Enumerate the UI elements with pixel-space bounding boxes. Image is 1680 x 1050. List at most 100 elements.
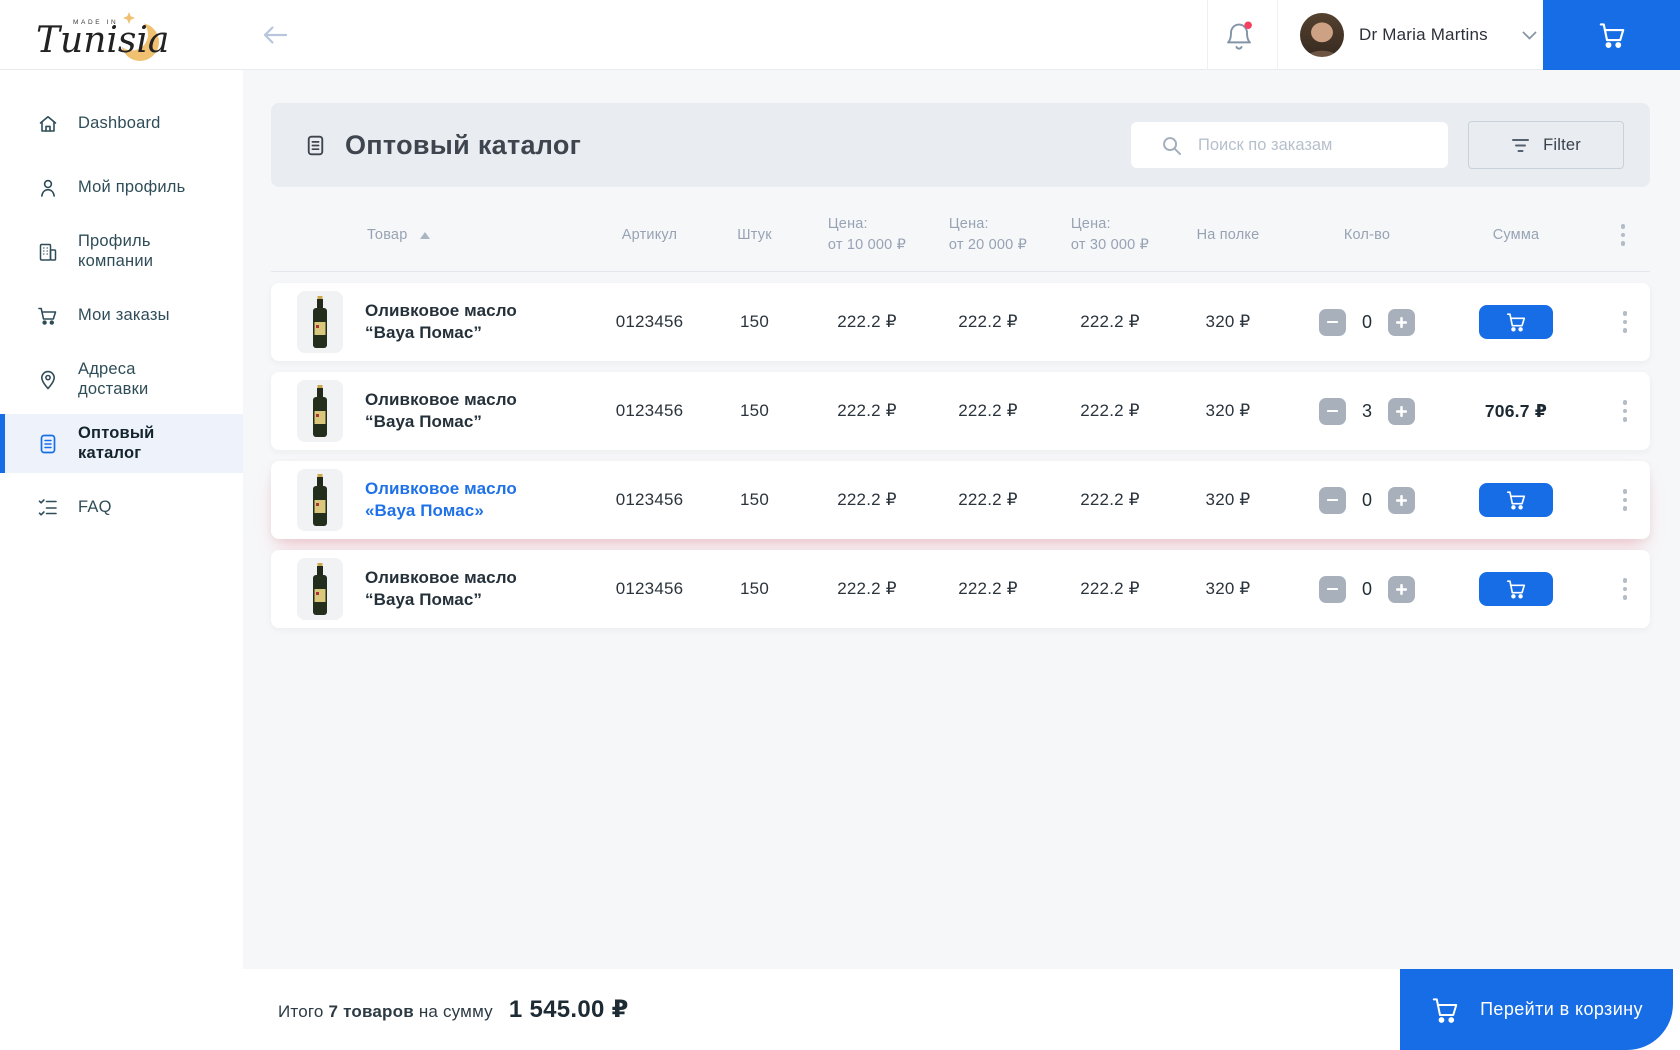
chevron-down-icon [1522, 31, 1537, 40]
price-tier1: 222.2 ₽ [837, 579, 897, 599]
row-options-kebab-button[interactable] [1614, 307, 1636, 337]
product-sku: 0123456 [615, 401, 684, 421]
quantity-stepper: 0 [1285, 308, 1449, 336]
price-tier3: 222.2 ₽ [1080, 312, 1140, 332]
shelf-price: 320 ₽ [1205, 401, 1251, 421]
user-menu[interactable]: Dr Maria Martins [1300, 13, 1537, 57]
table-options-kebab-button[interactable] [1614, 220, 1636, 250]
sidebar: Dashboard Мой профиль Профиль компании М… [0, 70, 243, 1050]
brand-logo[interactable]: MADE IN Tunisia [30, 7, 190, 65]
add-to-cart-button[interactable] [1479, 483, 1553, 518]
sidebar-item-label: Dashboard [78, 113, 161, 132]
go-to-cart-button[interactable]: Перейти в корзину [1400, 969, 1673, 1050]
shelf-price: 320 ₽ [1205, 579, 1251, 599]
cart-icon [1432, 997, 1458, 1023]
quantity-value: 3 [1361, 400, 1372, 421]
cart-icon [1506, 313, 1526, 332]
product-units: 150 [740, 401, 769, 421]
bell-icon [1227, 21, 1252, 50]
product-title-link[interactable]: Оливковое масло «Вауа Помас» [365, 478, 517, 522]
column-header-product[interactable]: Товар [297, 227, 597, 243]
filter-button[interactable]: Filter [1468, 121, 1624, 169]
column-header-sum: Сумма [1492, 227, 1540, 244]
cart-icon [1599, 23, 1624, 48]
increment-button[interactable] [1388, 308, 1415, 336]
column-header-price-10000: Цена: от 10 000 ₽ [827, 216, 907, 254]
row-options-kebab-button[interactable] [1614, 485, 1636, 515]
increment-button[interactable] [1388, 486, 1415, 514]
decrement-button[interactable] [1319, 486, 1346, 514]
notifications-button[interactable] [1224, 19, 1260, 53]
sidebar-item-label: Профиль компании [78, 232, 154, 270]
increment-button[interactable] [1388, 575, 1415, 603]
add-to-cart-button[interactable] [1479, 572, 1553, 607]
back-arrow-button[interactable] [262, 22, 292, 48]
product-title: Оливковое масло “Вауа Помас” [365, 567, 517, 610]
cart-icon [1506, 580, 1526, 599]
home-icon [36, 112, 60, 136]
add-to-cart-button[interactable] [1479, 305, 1553, 340]
sidebar-item-company-profile[interactable]: Профиль компании [0, 222, 243, 281]
shelf-price: 320 ₽ [1205, 490, 1251, 510]
price-tier1: 222.2 ₽ [837, 401, 897, 421]
product-sku: 0123456 [615, 312, 684, 332]
company-building-icon [36, 240, 60, 264]
decrement-button[interactable] [1319, 397, 1346, 425]
sidebar-item-wholesale-catalog[interactable]: Оптовый каталог [0, 414, 243, 473]
row-options-kebab-button[interactable] [1614, 396, 1636, 426]
location-pin-icon [36, 368, 60, 392]
header-cart-button[interactable] [1543, 0, 1680, 70]
quantity-value: 0 [1361, 311, 1372, 332]
sidebar-item-label: Адреса доставки [78, 360, 149, 398]
topbar-divider [1277, 0, 1278, 70]
svg-text:Tunisia: Tunisia [36, 20, 169, 61]
filter-icon [1511, 137, 1530, 154]
product-sku: 0123456 [615, 579, 684, 599]
table-row: Оливковое масло «Вауа Помас» 0123456 150 … [271, 461, 1650, 540]
search-icon [1161, 135, 1182, 156]
cart-icon [1506, 491, 1526, 510]
notification-dot [1244, 21, 1252, 30]
sidebar-item-label: Мои заказы [78, 305, 170, 324]
search-box [1131, 122, 1448, 168]
table-row: Оливковое масло “Вауа Помас” 0123456 150 … [271, 550, 1650, 629]
sidebar-item-dashboard[interactable]: Dashboard [0, 94, 243, 153]
decrement-button[interactable] [1319, 308, 1346, 336]
column-header-qty: Кол-во [1343, 227, 1391, 244]
row-sum: 706.7 ₽ [1484, 400, 1548, 421]
sidebar-item-my-orders[interactable]: Мои заказы [0, 286, 243, 345]
price-tier3: 222.2 ₽ [1080, 579, 1140, 599]
sidebar-item-my-profile[interactable]: Мой профиль [0, 158, 243, 217]
decrement-button[interactable] [1319, 575, 1346, 603]
column-header-price-30000: Цена: от 30 000 ₽ [1070, 216, 1150, 254]
quantity-value: 0 [1361, 489, 1372, 510]
totals-count: 7 товаров [328, 1002, 414, 1021]
catalog-rows: Оливковое масло “Вауа Помас” 0123456 150 … [271, 283, 1650, 629]
price-tier3: 222.2 ₽ [1080, 401, 1140, 421]
faq-checklist-icon [36, 496, 60, 520]
row-options-kebab-button[interactable] [1614, 574, 1636, 604]
column-header-price-20000: Цена: от 20 000 ₽ [948, 216, 1028, 254]
column-header-shelf: На полке [1196, 227, 1260, 244]
price-tier2: 222.2 ₽ [958, 401, 1018, 421]
sidebar-item-delivery-addresses[interactable]: Адреса доставки [0, 350, 243, 409]
sidebar-item-faq[interactable]: FAQ [0, 478, 243, 537]
topbar: MADE IN Tunisia Dr Maria Martins [0, 0, 1680, 70]
catalog-document-icon [36, 432, 60, 456]
quantity-stepper: 0 [1285, 575, 1449, 603]
product-thumbnail [297, 291, 343, 354]
avatar [1300, 13, 1344, 57]
product-thumbnail [297, 469, 343, 532]
table-row: Оливковое масло “Вауа Помас” 0123456 150 … [271, 372, 1650, 451]
totals-sum: 1 545.00 ₽ [508, 996, 629, 1023]
column-header-sku: Артикул [621, 227, 678, 244]
table-header-divider [271, 271, 1650, 273]
product-thumbnail [297, 380, 343, 443]
product-units: 150 [740, 490, 769, 510]
sidebar-item-label: Оптовый каталог [78, 424, 155, 462]
price-tier2: 222.2 ₽ [958, 312, 1018, 332]
page-title: Оптовый каталог [345, 129, 582, 160]
product-units: 150 [740, 312, 769, 332]
increment-button[interactable] [1388, 397, 1415, 425]
search-input[interactable] [1198, 135, 1434, 155]
